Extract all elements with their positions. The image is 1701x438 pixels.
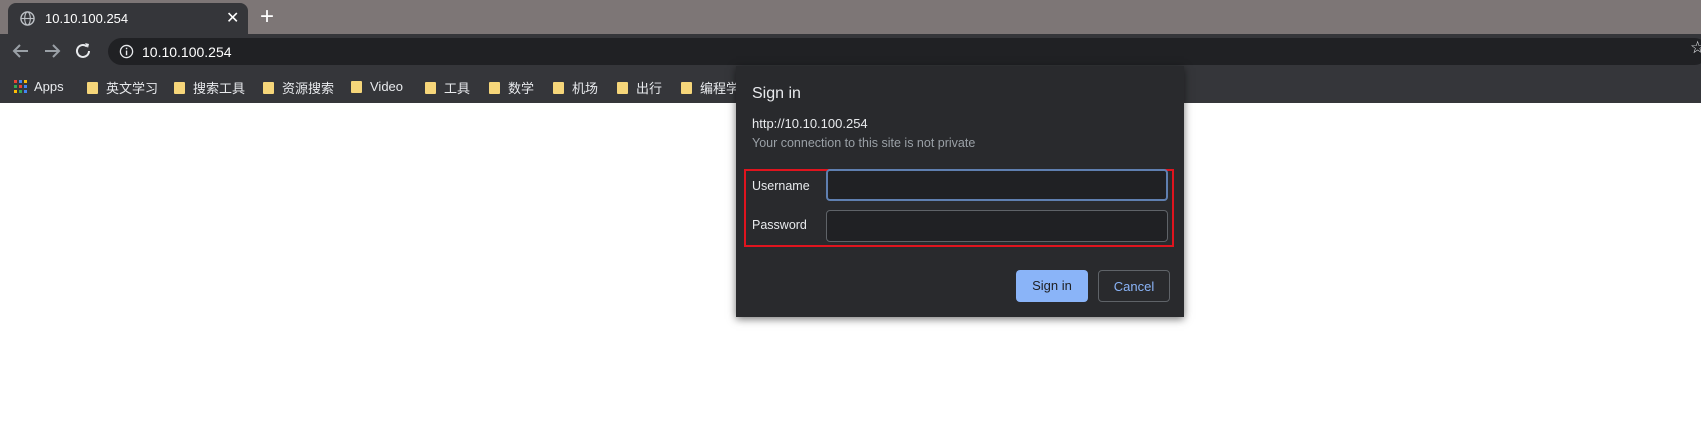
dialog-title: Sign in (752, 85, 801, 102)
folder-icon (87, 81, 98, 94)
sign-in-button[interactable]: Sign in (1016, 270, 1088, 302)
folder-icon (263, 81, 274, 94)
folder-icon (425, 81, 436, 94)
bookmark-label: 编程学 (700, 81, 740, 96)
star-icon[interactable]: ☆ (1690, 38, 1701, 58)
folder-icon (351, 80, 362, 93)
bookmark-apps[interactable]: Apps (14, 78, 64, 96)
bookmark-folder[interactable]: 编程学 (681, 78, 739, 96)
bookmark-label: Apps (34, 79, 64, 95)
tab-strip: 10.10.100.254 ✕ + (0, 0, 1701, 34)
bookmark-folder[interactable]: 数学 (489, 78, 534, 96)
cancel-button[interactable]: Cancel (1098, 270, 1170, 302)
info-icon[interactable] (119, 44, 134, 59)
folder-icon (617, 81, 628, 94)
bookmark-label: 英文学习 (106, 81, 159, 96)
connection-warning: Your connection to this site is not priv… (752, 136, 976, 150)
bookmark-folder[interactable]: 工具 (425, 78, 470, 96)
folder-icon (174, 81, 185, 94)
folder-icon (681, 81, 692, 94)
close-tab-icon[interactable]: ✕ (226, 8, 239, 28)
username-field[interactable] (826, 169, 1168, 201)
username-label: Username (752, 179, 810, 193)
bookmark-folder[interactable]: 资源搜索 (263, 78, 334, 96)
bookmark-label: Video (370, 79, 404, 95)
bookmark-label: 工具 (444, 81, 471, 96)
bookmark-folder[interactable]: 机场 (553, 78, 598, 96)
sign-in-dialog: Sign in http://10.10.100.254 Your connec… (736, 66, 1184, 317)
dialog-origin: http://10.10.100.254 (752, 116, 868, 131)
bookmark-label: 搜索工具 (193, 81, 246, 96)
tab-title: 10.10.100.254 (45, 11, 129, 26)
globe-icon (20, 11, 35, 26)
bookmark-folder[interactable]: Video (351, 78, 403, 96)
reload-icon[interactable] (72, 40, 94, 62)
url-text[interactable]: 10.10.100.254 (142, 44, 232, 60)
active-tab[interactable]: 10.10.100.254 ✕ (8, 3, 248, 34)
bookmark-folder[interactable]: 英文学习 (87, 78, 158, 96)
address-bar[interactable]: 10.10.100.254 (108, 38, 1701, 65)
forward-arrow-icon[interactable] (41, 40, 63, 62)
new-tab-button[interactable]: + (260, 3, 274, 31)
folder-icon (553, 81, 564, 94)
folder-icon (489, 81, 500, 94)
password-field[interactable] (826, 210, 1168, 242)
bookmark-label: 资源搜索 (282, 81, 335, 96)
toolbar: 10.10.100.254 ☆ (0, 34, 1701, 69)
back-arrow-icon[interactable] (10, 40, 32, 62)
bookmark-folder[interactable]: 搜索工具 (174, 78, 245, 96)
bookmark-label: 数学 (508, 81, 535, 96)
bookmark-label: 机场 (572, 81, 599, 96)
password-label: Password (752, 218, 807, 232)
bookmark-folder[interactable]: 出行 (617, 78, 662, 96)
apps-grid-icon (14, 80, 27, 94)
bookmark-label: 出行 (636, 81, 663, 96)
